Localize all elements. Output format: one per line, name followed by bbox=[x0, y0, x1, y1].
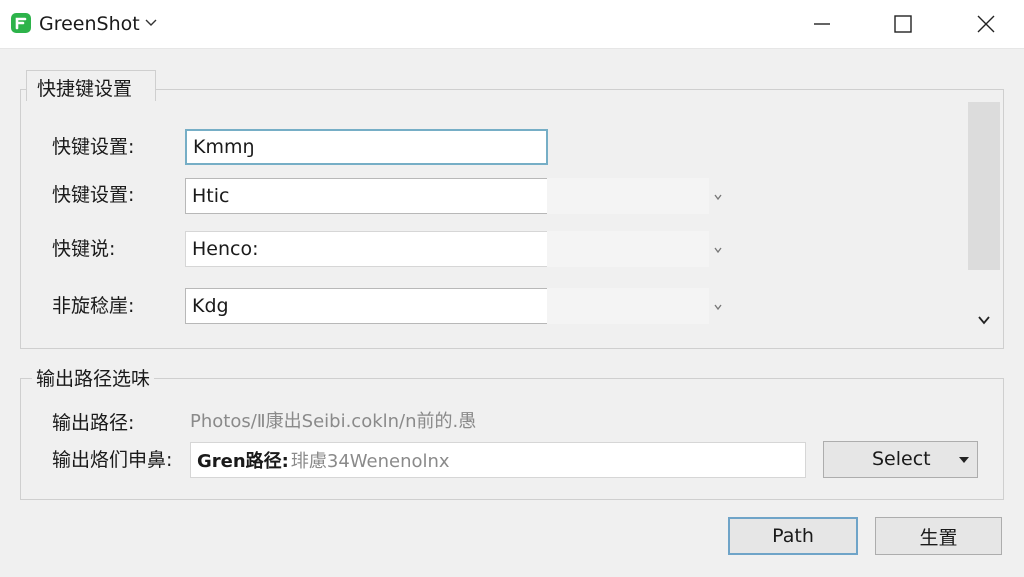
hotkey-combo-3[interactable]: Henco: bbox=[185, 231, 548, 267]
dialog-body: 快捷键设置 快键设置: Kmmŋ 快键设置: Htic 快键说: Henco: … bbox=[0, 48, 1024, 577]
tab-label: 快捷键设置 bbox=[37, 78, 133, 100]
hotkey-label-3: 快键说: bbox=[52, 238, 116, 260]
minimize-button[interactable] bbox=[792, 0, 852, 48]
tab-hotkey-settings[interactable]: 快捷键设置 bbox=[26, 70, 156, 101]
path-button[interactable]: Path bbox=[728, 517, 858, 555]
combo-dropdown-area-4[interactable] bbox=[547, 288, 709, 324]
app-title: GreenShot bbox=[39, 13, 140, 35]
output-pattern-label: 输出烙们申鼻: bbox=[52, 449, 173, 471]
chevron-down-icon[interactable] bbox=[712, 191, 724, 203]
path-button-label: Path bbox=[772, 525, 814, 547]
scroll-down-icon[interactable] bbox=[976, 314, 992, 326]
output-path-label: 输出路径: bbox=[52, 412, 135, 434]
hotkey-value-4: Kdg bbox=[192, 295, 229, 317]
chevron-down-icon[interactable] bbox=[712, 301, 724, 313]
generate-button-label: 生置 bbox=[919, 526, 958, 549]
hotkey-label-1: 快键设置: bbox=[52, 136, 135, 158]
output-pattern-input[interactable]: Gren路径: 琲慮34Wenenolnx bbox=[190, 442, 806, 478]
close-icon bbox=[977, 15, 995, 33]
generate-button[interactable]: 生置 bbox=[875, 517, 1002, 555]
hotkey-input-1[interactable]: Kmmŋ bbox=[185, 129, 548, 165]
output-path-value: Photos/Ⅱ康出Seibi.cokln/n前的.愚 bbox=[190, 411, 477, 432]
chevron-down-icon[interactable] bbox=[712, 244, 724, 256]
caret-down-icon bbox=[959, 457, 969, 463]
combo-dropdown-area-2[interactable] bbox=[547, 178, 709, 214]
output-path-group bbox=[20, 378, 1004, 500]
select-button[interactable]: Select bbox=[823, 441, 978, 478]
scrollbar-thumb[interactable] bbox=[968, 102, 1000, 270]
combo-dropdown-area-3[interactable] bbox=[547, 231, 709, 267]
hotkey-combo-2[interactable]: Htic bbox=[185, 178, 548, 214]
close-button[interactable] bbox=[956, 0, 1016, 48]
maximize-icon bbox=[894, 15, 912, 33]
select-button-label: Select bbox=[872, 448, 931, 470]
greenshot-logo-icon bbox=[11, 13, 31, 33]
hotkey-value-2: Htic bbox=[192, 185, 230, 207]
hotkey-value-1: Kmmŋ bbox=[193, 136, 255, 158]
minimize-icon bbox=[814, 23, 830, 25]
output-group-title: 输出路径选味 bbox=[32, 367, 155, 391]
pattern-bold-text: Gren路径: bbox=[197, 451, 289, 472]
maximize-button[interactable] bbox=[873, 0, 933, 48]
hotkey-label-2: 快键设置: bbox=[52, 184, 135, 206]
chevron-down-icon[interactable] bbox=[144, 15, 158, 29]
title-bar: GreenShot bbox=[0, 0, 1024, 48]
hotkey-combo-4[interactable]: Kdg bbox=[185, 288, 548, 324]
hotkey-label-4: 非旋稔崖: bbox=[52, 295, 135, 317]
hotkey-value-3: Henco: bbox=[192, 238, 259, 260]
pattern-rest-text: 琲慮34Wenenolnx bbox=[290, 451, 450, 472]
